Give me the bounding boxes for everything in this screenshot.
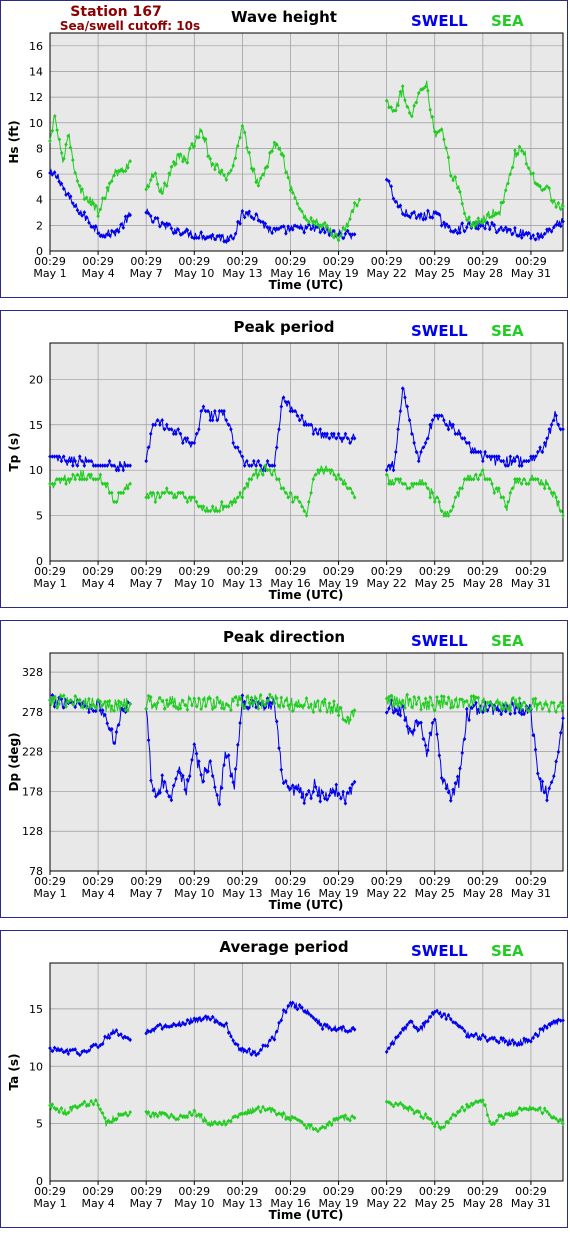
wave-height-y-tick-label: 16: [29, 40, 43, 53]
peak-period-x-tick-date: May 28: [463, 577, 503, 590]
chart-peak-period: 0510152000:29May 100:29May 400:29May 700…: [7, 318, 565, 602]
peak-period-y-tick-label: 15: [29, 419, 43, 432]
peak-period-x-tick-date: May 10: [174, 577, 214, 590]
wave-height-x-tick-date: May 4: [81, 267, 114, 280]
peak-direction-y-axis-label: Dp (deg): [7, 732, 21, 791]
peak-direction-x-tick-date: May 31: [511, 887, 551, 900]
peak-direction-y-tick-label: 278: [22, 706, 43, 719]
wave-height-legend-swell: SWELL: [411, 12, 468, 30]
average-period-title: Average period: [219, 938, 348, 956]
wave-height-x-tick-date: May 22: [367, 267, 407, 280]
peak-period-y-tick-label: 10: [29, 464, 43, 477]
average-period-y-tick-label: 15: [29, 1003, 43, 1016]
wave-height-legend-sea: SEA: [491, 12, 524, 30]
peak-direction-y-tick-label: 228: [22, 746, 43, 759]
chart-average-period: 05101500:29May 100:29May 400:29May 700:2…: [7, 938, 565, 1222]
chart-wave-height: 024681012141600:29May 100:29May 400:29Ma…: [7, 4, 565, 292]
wave-height-y-tick-label: 12: [29, 91, 43, 104]
average-period-legend-sea: SEA: [491, 942, 524, 960]
peak-direction-legend-sea: SEA: [491, 632, 524, 650]
average-period-legend-swell: SWELL: [411, 942, 468, 960]
average-period-x-tick-date: May 28: [463, 1197, 503, 1210]
average-period-x-axis-label: Time (UTC): [269, 1208, 344, 1222]
peak-direction-x-tick-date: May 28: [463, 887, 503, 900]
peak-direction-x-tick-date: May 13: [222, 887, 262, 900]
peak-direction-legend-swell: SWELL: [411, 632, 468, 650]
average-period-y-axis-label: Ta (s): [7, 1053, 21, 1090]
peak-direction-x-tick-date: May 22: [367, 887, 407, 900]
peak-period-title: Peak period: [234, 318, 335, 336]
wave-height-y-tick-label: 14: [29, 65, 43, 78]
wave-height-x-tick-date: May 7: [130, 267, 163, 280]
wave-height-x-tick-date: May 25: [415, 267, 455, 280]
average-period-x-tick-date: May 31: [511, 1197, 551, 1210]
wave-height-x-tick-date: May 1: [33, 267, 66, 280]
wave-height-y-tick-label: 10: [29, 117, 43, 130]
peak-direction-y-tick-label: 328: [22, 666, 43, 679]
average-period-y-tick-label: 5: [36, 1118, 43, 1131]
panel-average-period: 0 5 10 15 00:29 May 1 00:29 May 4 00:29 May 7 00:2…: [0, 930, 568, 1228]
average-period-x-tick-date: May 1: [33, 1197, 66, 1210]
panel-peak-period: 0 5 10 15 20 00:29 May 1 00:29 May 4 00:29 May 7 00…: [0, 310, 568, 608]
average-period-x-tick-date: May 4: [81, 1197, 114, 1210]
peak-period-x-tick-date: May 25: [415, 577, 455, 590]
wave-height-x-axis-label: Time (UTC): [269, 278, 344, 292]
peak-period-x-tick-date: May 31: [511, 577, 551, 590]
peak-direction-x-tick-date: May 25: [415, 887, 455, 900]
wave-height-title: Wave height: [231, 8, 337, 26]
peak-direction-y-tick-label: 128: [22, 825, 43, 838]
average-period-x-tick-date: May 22: [367, 1197, 407, 1210]
peak-period-x-tick-date: May 22: [367, 577, 407, 590]
peak-direction-x-tick-date: May 4: [81, 887, 114, 900]
peak-period-y-tick-label: 20: [29, 373, 43, 386]
peak-direction-x-tick-date: May 1: [33, 887, 66, 900]
average-period-x-tick-date: May 13: [222, 1197, 262, 1210]
chart-peak-direction: 7812817822827832800:29May 100:29May 400:…: [7, 628, 565, 912]
wave-height-x-tick-date: May 10: [174, 267, 214, 280]
peak-direction-x-axis-label: Time (UTC): [269, 898, 344, 912]
peak-period-y-axis-label: Tp (s): [7, 432, 21, 471]
peak-period-x-axis-label: Time (UTC): [269, 588, 344, 602]
peak-period-x-tick-date: May 1: [33, 577, 66, 590]
average-period-y-tick-label: 10: [29, 1060, 43, 1073]
peak-direction-y-tick-label: 178: [22, 785, 43, 798]
peak-direction-title: Peak direction: [223, 628, 345, 646]
panel-peak-direction: 78 128 178 228 278 328 00:29 May 1 00:29 May 4 00:…: [0, 620, 568, 918]
wave-height-y-axis-label: Hs (ft): [7, 120, 21, 163]
wave-height-x-tick-date: May 13: [222, 267, 262, 280]
wave-height-y-tick-label: 4: [36, 194, 43, 207]
peak-period-x-tick-date: May 4: [81, 577, 114, 590]
peak-period-y-tick-label: 5: [36, 510, 43, 523]
wave-height-x-tick-date: May 31: [511, 267, 551, 280]
peak-period-x-tick-date: May 13: [222, 577, 262, 590]
panel-wave-height: 0 2 4 6 8 10 12 14 16 00:29 May 1 00:29 May 4 00:29 Ma…: [0, 0, 568, 298]
wave-height-y-tick-label: 8: [36, 142, 43, 155]
wave-height-x-tick-date: May 28: [463, 267, 503, 280]
wave-height-y-tick-label: 2: [36, 219, 43, 232]
station-cutoff: Sea/swell cutoff: 10s: [60, 19, 200, 33]
peak-period-x-tick-date: May 7: [130, 577, 163, 590]
peak-direction-x-tick-date: May 10: [174, 887, 214, 900]
peak-period-legend-swell: SWELL: [411, 322, 468, 340]
average-period-x-tick-date: May 25: [415, 1197, 455, 1210]
peak-period-legend-sea: SEA: [491, 322, 524, 340]
wave-height-y-tick-label: 6: [36, 168, 43, 181]
station-name: Station 167: [70, 4, 161, 20]
peak-direction-x-tick-date: May 7: [130, 887, 163, 900]
average-period-x-tick-date: May 10: [174, 1197, 214, 1210]
average-period-x-tick-date: May 7: [130, 1197, 163, 1210]
